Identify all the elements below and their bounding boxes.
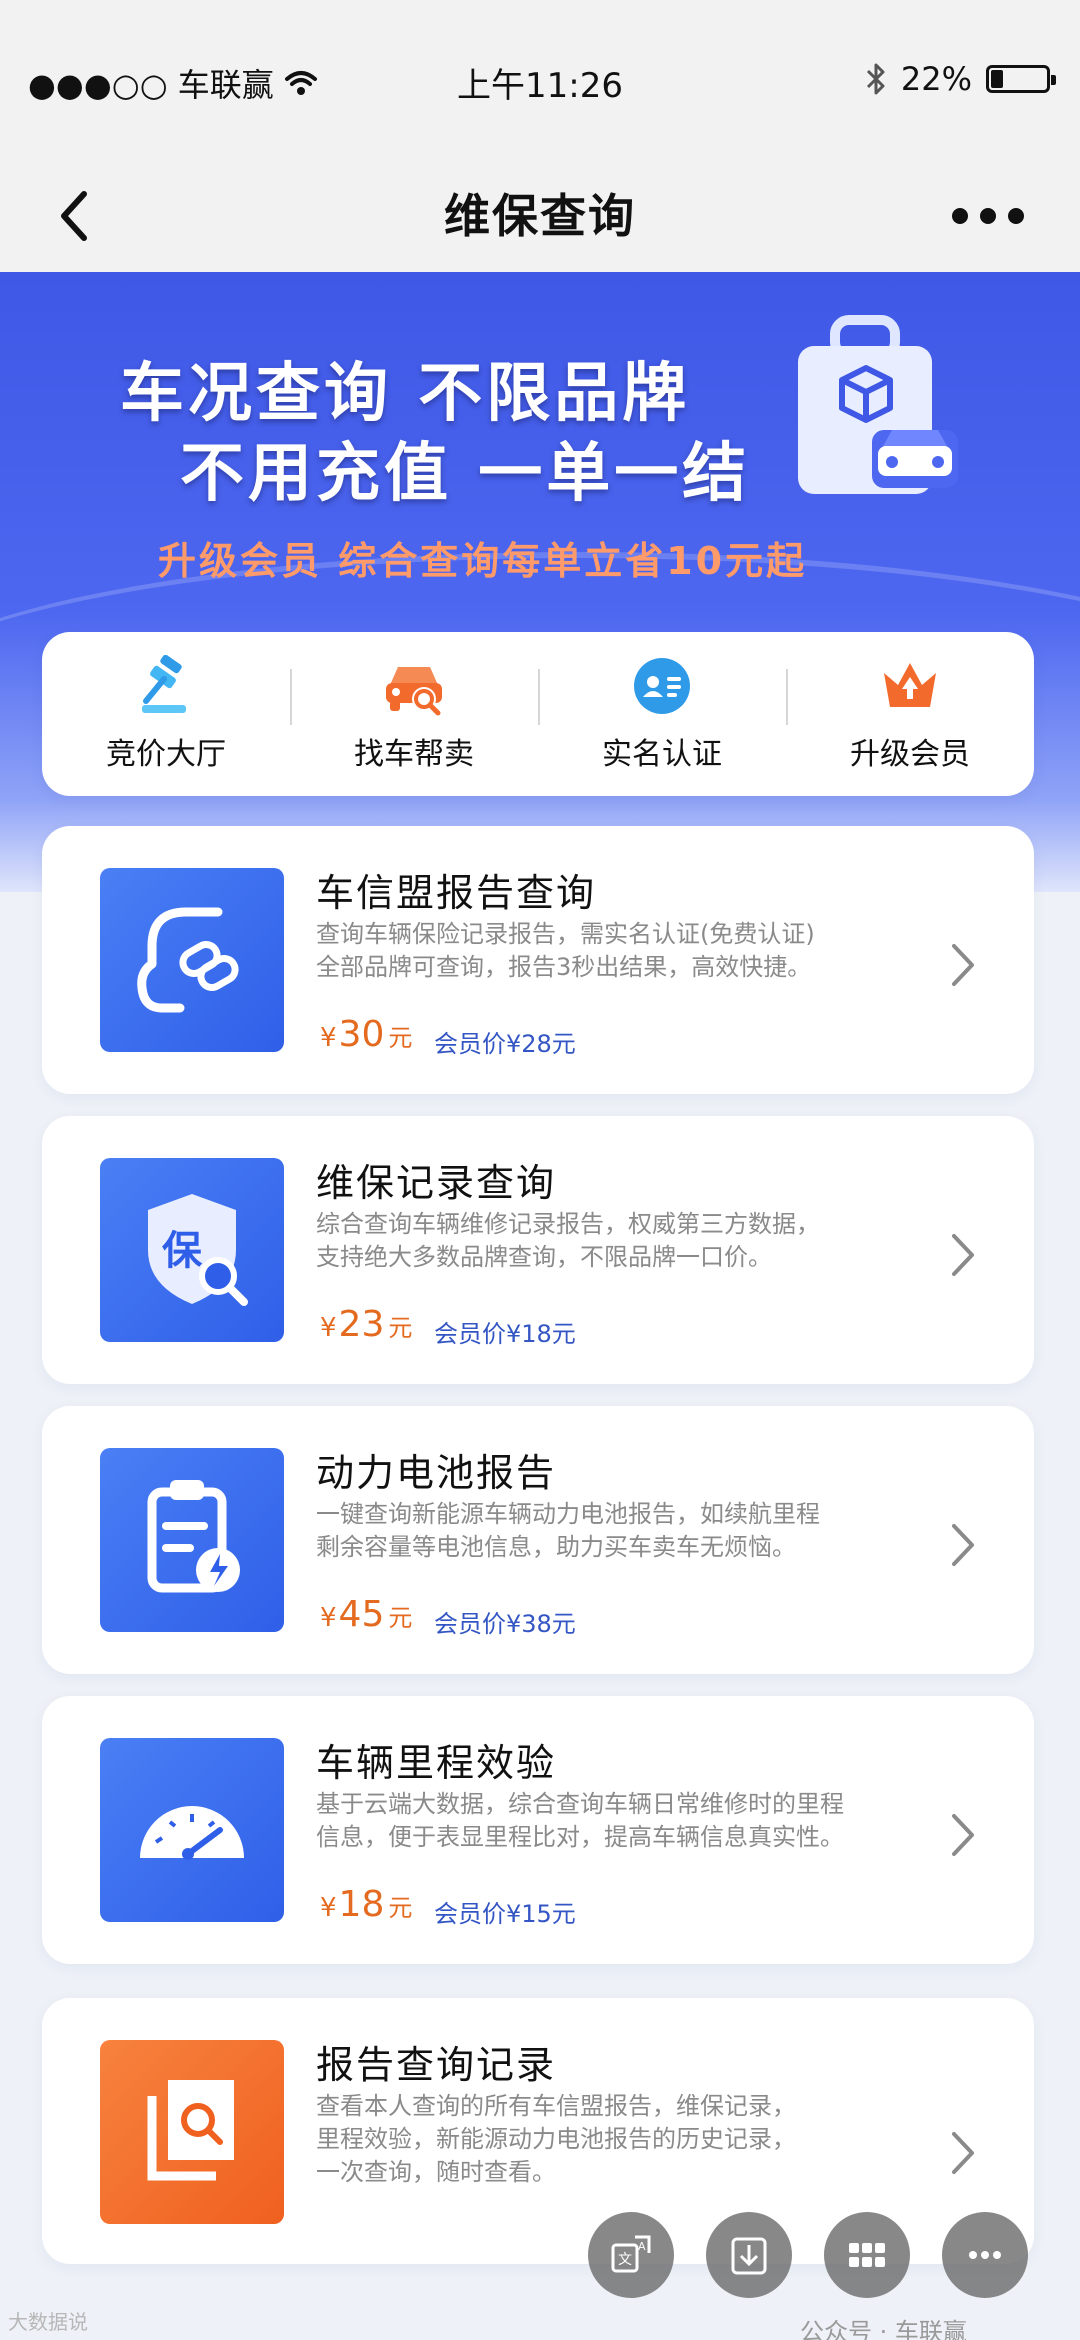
more-menu-icon[interactable] [952, 200, 1032, 232]
card-desc-line: 综合查询车辆维修记录报告，权威第三方数据， [316, 1210, 820, 1238]
quick-label: 找车帮卖 [354, 737, 474, 772]
card-desc-line: 一次查询，随时查看。 [316, 2158, 556, 2186]
card-description: 一键查询新能源车辆动力电池报告，如续航里程 剩余容量等电池信息，助力买车卖车无烦… [316, 1498, 916, 1564]
car-search-icon [386, 667, 442, 716]
card-desc-line: 一键查询新能源车辆动力电池报告，如续航里程 [316, 1500, 820, 1528]
card-desc-line: 剩余容量等电池信息，助力买车卖车无烦恼。 [316, 1533, 796, 1561]
card-desc-line: 支持绝大多数品牌查询，不限品牌一口价。 [316, 1243, 772, 1271]
card-desc-line: 基于云端大数据，综合查询车辆日常维修时的里程 [316, 1790, 844, 1818]
svg-text:A: A [638, 2240, 646, 2253]
banner-headline-1: 车况查询 不限品牌 [120, 357, 691, 431]
card-description: 查询车辆保险记录报告，需实名认证(免费认证) 全部品牌可查询，报告3秒出结果，高… [316, 918, 916, 984]
price: ¥ 30 元 [320, 1014, 412, 1055]
shopping-bag-car-icon [798, 315, 958, 494]
quick-item-bidding-hall[interactable]: 竞价大厅 [42, 655, 290, 773]
price-unit: 元 [388, 1024, 413, 1052]
card-desc-line: 全部品牌可查询，报告3秒出结果，高效快捷。 [316, 953, 812, 981]
card-title: 维保记录查询 [316, 1161, 557, 1205]
battery-report-icon [100, 1448, 284, 1632]
price-value: 23 [338, 1304, 385, 1345]
service-card-maintenance-record[interactable]: 保 维保记录查询 综合查询车辆维修记录报告，权威第三方数据， 支持绝大多数品牌查… [42, 1116, 1034, 1384]
card-title: 车信盟报告查询 [316, 871, 597, 915]
shield-search-icon: 保 [100, 1158, 284, 1342]
quick-label: 升级会员 [850, 737, 970, 772]
price-unit: 元 [388, 1314, 413, 1342]
more-options-button[interactable] [942, 2212, 1028, 2298]
watermark: 公众号 · 车联赢 [800, 2318, 967, 2340]
currency-symbol: ¥ [320, 1023, 337, 1053]
translate-button[interactable]: 文 A [588, 2212, 674, 2298]
chevron-right-icon[interactable] [948, 940, 978, 990]
promo-banner[interactable]: 车况查询 不限品牌 不用充值 一单一结 升级会员 综合查询每单立省10元起 [0, 272, 1080, 892]
currency-symbol: ¥ [320, 1893, 337, 1923]
quick-item-sell-car[interactable]: 找车帮卖 [290, 655, 538, 773]
banner-headline-2: 不用充值 一单一结 [180, 437, 751, 511]
quick-item-upgrade-member[interactable]: 升级会员 [786, 655, 1034, 773]
card-title: 报告查询记录 [316, 2043, 557, 2087]
download-icon [731, 2237, 767, 2275]
card-desc-line: 里程效验，新能源动力电池报告的历史记录， [316, 2125, 796, 2153]
currency-symbol: ¥ [320, 1313, 337, 1343]
speedometer-icon [100, 1738, 284, 1922]
member-price: 会员价¥28元 [434, 1030, 576, 1058]
battery-percent: 22% [900, 60, 972, 98]
car-link-icon [100, 868, 284, 1052]
member-price: 会员价¥15元 [434, 1900, 576, 1928]
nav-bar: 维保查询 [0, 160, 1080, 272]
chevron-right-icon[interactable] [948, 1230, 978, 1280]
download-button[interactable] [706, 2212, 792, 2298]
quick-label: 竞价大厅 [106, 737, 226, 772]
svg-text:文: 文 [618, 2252, 632, 2268]
card-description: 综合查询车辆维修记录报告，权威第三方数据， 支持绝大多数品牌查询，不限品牌一口价… [316, 1208, 916, 1274]
grid-icon [849, 2243, 885, 2267]
price-unit: 元 [388, 1604, 413, 1632]
ellipsis-icon [969, 2251, 1001, 2259]
currency-symbol: ¥ [320, 1603, 337, 1633]
price-value: 45 [338, 1594, 385, 1635]
status-bar: ●●●○○ 车联赢 上午11:26 22% [0, 0, 1080, 160]
price-value: 30 [338, 1014, 385, 1055]
card-desc-line: 查询车辆保险记录报告，需实名认证(免费认证) [316, 920, 815, 948]
battery-icon [986, 65, 1056, 93]
service-card-insurance-report[interactable]: 车信盟报告查询 查询车辆保险记录报告，需实名认证(免费认证) 全部品牌可查询，报… [42, 826, 1034, 1094]
price: ¥ 18 元 [320, 1884, 412, 1925]
service-card-battery-report[interactable]: 动力电池报告 一键查询新能源车辆动力电池报告，如续航里程 剩余容量等电池信息，助… [42, 1406, 1034, 1674]
more-dot [952, 208, 968, 224]
card-desc-line: 查看本人查询的所有车信盟报告，维保记录， [316, 2092, 796, 2120]
price: ¥ 45 元 [320, 1594, 412, 1635]
status-right: 22% [865, 60, 1056, 98]
quick-item-verify-identity[interactable]: 实名认证 [538, 655, 786, 773]
grid-menu-button[interactable] [824, 2212, 910, 2298]
translate-icon: 文 A [611, 2235, 651, 2273]
watermark-left: 大数据说 [8, 2310, 88, 2334]
member-price: 会员价¥38元 [434, 1610, 576, 1638]
id-card-icon [634, 658, 690, 714]
quick-label: 实名认证 [602, 737, 722, 772]
svg-text:保: 保 [162, 1228, 203, 1274]
member-price: 会员价¥18元 [434, 1320, 576, 1348]
gavel-icon [142, 655, 186, 713]
card-description: 查看本人查询的所有车信盟报告，维保记录， 里程效验，新能源动力电池报告的历史记录… [316, 2090, 916, 2189]
more-dot [1008, 208, 1024, 224]
price: ¥ 23 元 [320, 1304, 412, 1345]
chevron-right-icon[interactable] [948, 1520, 978, 1570]
page-title: 维保查询 [444, 189, 636, 243]
card-description: 基于云端大数据，综合查询车辆日常维修时的里程 信息，便于表显里程比对，提高车辆信… [316, 1788, 916, 1854]
card-desc-line: 信息，便于表显里程比对，提高车辆信息真实性。 [316, 1823, 844, 1851]
document-search-icon [100, 2040, 284, 2224]
crown-icon [884, 663, 936, 707]
chevron-right-icon[interactable] [948, 1810, 978, 1860]
banner-subtitle: 升级会员 综合查询每单立省10元起 [158, 539, 808, 583]
battery-level [991, 70, 1003, 88]
quick-menu: 竞价大厅 找车帮卖 实名认证 升级会员 [42, 632, 1034, 796]
price-unit: 元 [388, 1894, 413, 1922]
more-dot [980, 208, 996, 224]
service-card-mileage-check[interactable]: 车辆里程效验 基于云端大数据，综合查询车辆日常维修时的里程 信息，便于表显里程比… [42, 1696, 1034, 1964]
card-title: 车辆里程效验 [316, 1741, 557, 1785]
price-value: 18 [338, 1884, 385, 1925]
chevron-right-icon[interactable] [948, 2128, 978, 2178]
bluetooth-icon [866, 63, 885, 95]
card-title: 动力电池报告 [316, 1451, 557, 1495]
